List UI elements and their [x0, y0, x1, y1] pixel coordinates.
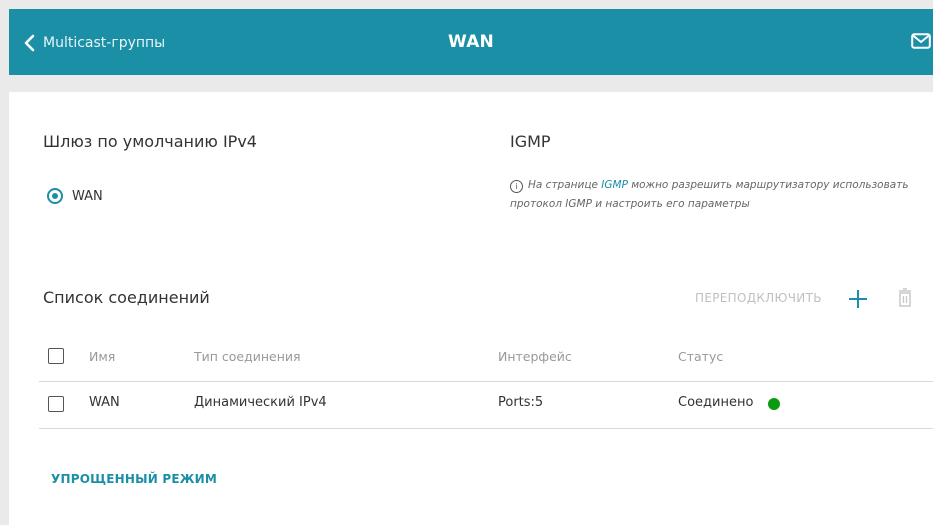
row-checkbox[interactable] [48, 396, 64, 412]
main-panel: Шлюз по умолчанию IPv4 WAN IGMP i На стра… [9, 92, 933, 525]
gateway-radio-label: WAN [72, 188, 103, 204]
row-name[interactable]: WAN [89, 395, 120, 410]
row-status[interactable]: Соединено [678, 395, 753, 410]
top-bar: Multicast-группы WAN [9, 9, 933, 75]
igmp-note: i На странице IGMP можно разрешить маршру… [510, 176, 920, 214]
simple-mode-link[interactable]: УПРОЩЕННЫЙ РЕЖИМ [51, 472, 217, 486]
page-title: WAN [448, 32, 494, 52]
column-name: Имя [89, 349, 116, 364]
row-interface[interactable]: Ports:5 [498, 395, 543, 410]
status-ok-icon [768, 398, 780, 410]
trash-icon[interactable] [898, 288, 912, 312]
igmp-link[interactable]: IGMP [601, 179, 628, 191]
column-type: Тип соединения [194, 349, 301, 364]
row-divider [39, 428, 933, 429]
gateway-radio-wan[interactable]: WAN [47, 188, 103, 204]
select-all-checkbox[interactable] [48, 348, 64, 364]
add-icon[interactable] [847, 288, 869, 314]
gateway-heading: Шлюз по умолчанию IPv4 [43, 132, 257, 151]
row-type[interactable]: Динамический IPv4 [194, 395, 327, 410]
column-status: Статус [678, 349, 724, 364]
header-divider [39, 381, 933, 382]
igmp-note-before: На странице [528, 179, 602, 191]
mail-icon[interactable] [911, 33, 931, 53]
igmp-heading: IGMP [510, 132, 551, 151]
info-icon: i [510, 180, 523, 193]
connections-heading: Список соединений [43, 288, 210, 307]
column-interface: Интерфейс [498, 349, 572, 364]
radio-selected-icon [47, 188, 63, 204]
reconnect-button[interactable]: ПЕРЕПОДКЛЮЧИТЬ [695, 291, 822, 305]
